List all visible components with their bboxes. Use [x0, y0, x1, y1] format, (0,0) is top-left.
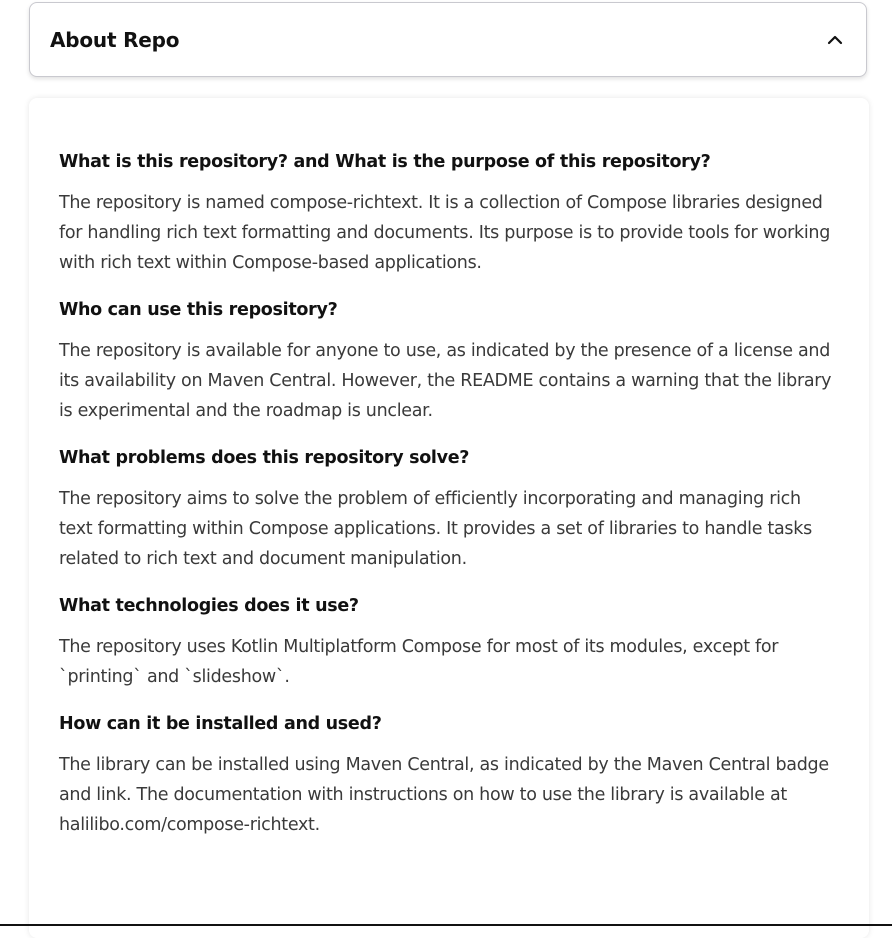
chevron-up-icon[interactable] [826, 31, 844, 49]
about-repo-accordion-toggle[interactable]: About Repo [29, 2, 867, 77]
accordion-title: About Repo [50, 27, 180, 52]
qa-item: How can it be installed and used? The li… [59, 712, 839, 840]
qa-item: What problems does this repository solve… [59, 446, 839, 574]
qa-answer: The repository aims to solve the problem… [59, 489, 812, 569]
qa-item: What technologies does it use? The repos… [59, 594, 839, 692]
qa-question: What technologies does it use? [59, 596, 359, 616]
qa-answer: The repository uses Kotlin Multiplatform… [59, 637, 779, 687]
qa-answer: The repository is named compose-richtext… [59, 193, 831, 273]
qa-question: How can it be installed and used? [59, 714, 382, 734]
qa-question: What problems does this repository solve… [59, 448, 470, 468]
qa-question: What is this repository? and What is the… [59, 152, 711, 172]
qa-item: What is this repository? and What is the… [59, 150, 839, 278]
accordion-panel: What is this repository? and What is the… [29, 98, 869, 938]
qa-answer: The library can be installed using Maven… [59, 755, 829, 835]
qa-item: Who can use this repository? The reposit… [59, 298, 839, 426]
qa-question: Who can use this repository? [59, 300, 338, 320]
qa-answer: The repository is available for anyone t… [59, 341, 832, 421]
